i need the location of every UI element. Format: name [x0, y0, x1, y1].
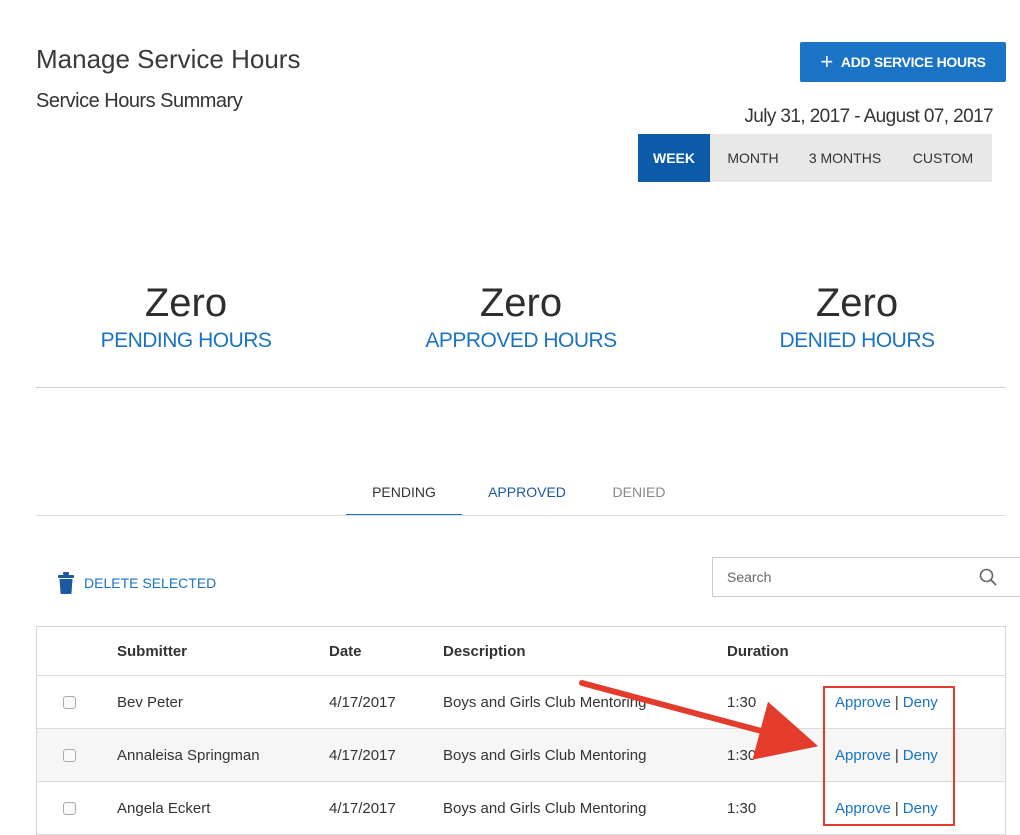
range-tabs: WEEK MONTH 3 MONTHS CUSTOM — [638, 134, 992, 182]
column-header-date[interactable]: Date — [329, 627, 362, 675]
row-checkbox[interactable] — [63, 695, 76, 709]
row-description: Boys and Girls Club Mentoring — [443, 799, 647, 817]
row-submitter: Angela Eckert — [117, 799, 211, 817]
row-date: 4/17/2017 — [329, 693, 396, 711]
stat-approved: Zero APPROVED HOURS — [411, 283, 631, 353]
deny-link[interactable]: Deny — [903, 747, 938, 764]
row-duration: 1:30 — [727, 799, 757, 817]
stat-denied: Zero DENIED HOURS — [757, 283, 957, 353]
row-submitter: Bev Peter — [117, 693, 183, 711]
tab-denied[interactable]: DENIED — [592, 470, 686, 514]
row-date: 4/17/2017 — [329, 746, 396, 764]
column-header-duration[interactable]: Duration — [727, 627, 789, 675]
page-title: Manage Service Hours — [36, 44, 301, 74]
deny-link[interactable]: Deny — [903, 694, 938, 711]
table-row: Angela Eckert 4/17/2017 Boys and Girls C… — [37, 782, 1005, 835]
table-row: Bev Peter 4/17/2017 Boys and Girls Club … — [37, 676, 1005, 729]
search-icon[interactable] — [979, 568, 997, 586]
approve-link[interactable]: Approve — [835, 800, 891, 817]
tab-pending[interactable]: PENDING — [346, 470, 462, 516]
approve-link[interactable]: Approve — [835, 694, 891, 711]
tabs-divider — [36, 515, 1006, 516]
service-hours-table: Submitter Date Description Duration Bev … — [36, 626, 1006, 835]
search-box — [712, 557, 1020, 597]
table-header: Submitter Date Description Duration — [37, 627, 1005, 676]
add-service-hours-button[interactable]: + ADD SERVICE HOURS — [800, 42, 1006, 82]
stat-pending: Zero PENDING HOURS — [86, 283, 286, 353]
column-header-description[interactable]: Description — [443, 627, 526, 675]
row-duration: 1:30 — [727, 746, 757, 764]
action-separator: | — [894, 693, 899, 711]
range-tab-week[interactable]: WEEK — [638, 134, 710, 182]
deny-link[interactable]: Deny — [903, 800, 938, 817]
row-description: Boys and Girls Club Mentoring — [443, 746, 647, 764]
table-row: Annaleisa Springman 4/17/2017 Boys and G… — [37, 729, 1005, 782]
row-description: Boys and Girls Club Mentoring — [443, 693, 647, 711]
plus-icon: + — [820, 49, 833, 74]
row-actions: Approve | Deny — [835, 676, 938, 728]
date-range: July 31, 2017 - August 07, 2017 — [744, 106, 993, 127]
row-duration: 1:30 — [727, 693, 757, 711]
tab-approved[interactable]: APPROVED — [462, 470, 592, 514]
action-separator: | — [894, 746, 899, 764]
delete-selected-label: DELETE SELECTED — [84, 575, 217, 591]
stat-denied-value: Zero — [815, 281, 899, 325]
stat-approved-label[interactable]: APPROVED HOURS — [411, 329, 631, 353]
trash-icon — [58, 572, 74, 594]
row-date: 4/17/2017 — [329, 799, 396, 817]
stat-approved-value: Zero — [479, 281, 563, 325]
column-header-submitter[interactable]: Submitter — [117, 627, 187, 675]
stat-denied-label[interactable]: DENIED HOURS — [757, 329, 957, 353]
range-tab-3-months[interactable]: 3 MONTHS — [796, 134, 894, 182]
row-actions: Approve | Deny — [835, 729, 938, 781]
range-tab-month[interactable]: MONTH — [710, 134, 796, 182]
stat-pending-value: Zero — [144, 281, 228, 325]
add-service-hours-label: ADD SERVICE HOURS — [840, 54, 986, 70]
approve-link[interactable]: Approve — [835, 747, 891, 764]
row-checkbox[interactable] — [63, 748, 76, 762]
row-actions: Approve | Deny — [835, 782, 938, 834]
divider — [36, 387, 1006, 388]
delete-selected-button[interactable]: DELETE SELECTED — [58, 572, 216, 594]
status-tabs: PENDING APPROVED DENIED — [346, 470, 686, 516]
range-tab-custom[interactable]: CUSTOM — [894, 134, 992, 182]
page-subtitle: Service Hours Summary — [36, 90, 243, 112]
row-submitter: Annaleisa Springman — [117, 746, 260, 764]
action-separator: | — [894, 799, 899, 817]
stat-pending-label[interactable]: PENDING HOURS — [86, 329, 286, 353]
search-input[interactable] — [725, 568, 969, 586]
